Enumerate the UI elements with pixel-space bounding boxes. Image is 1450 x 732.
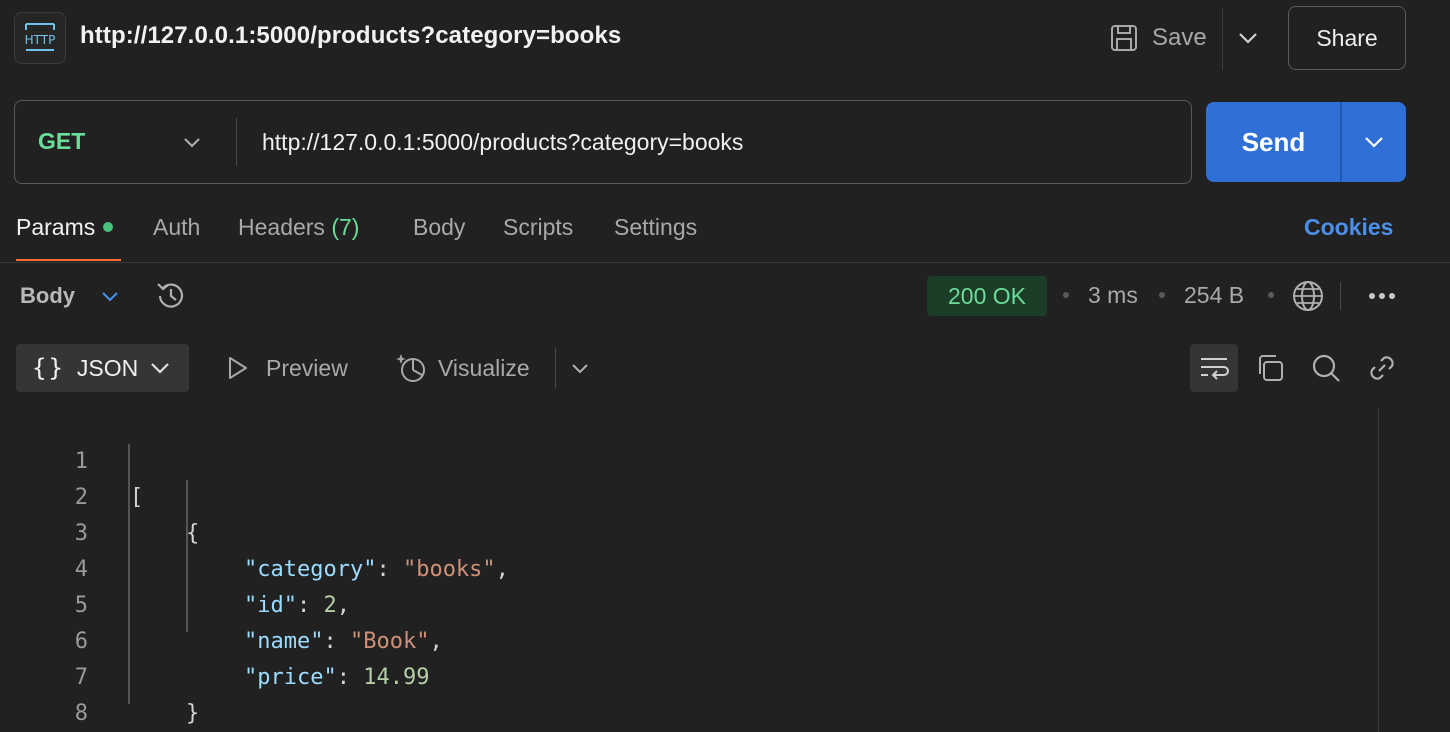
code-text: "category": "books", [244,552,509,588]
code-text: } [186,701,200,726]
url-input[interactable] [262,126,1162,158]
send-options-chevron-down-icon[interactable] [1342,102,1406,182]
scrollbar[interactable] [1378,408,1379,732]
code-text: [ [130,485,144,510]
request-title[interactable]: http://127.0.0.1:5000/products?category=… [80,22,621,50]
meta-dot [1159,292,1165,298]
http-icon: HTTP [14,12,66,64]
visualize-divider [555,348,556,388]
tab-scripts[interactable]: Scripts [503,214,573,241]
link-icon[interactable] [1366,352,1398,384]
meta-dot [1063,292,1069,298]
json-end: , [495,557,509,582]
tab-params-label: Params [16,214,96,240]
json-key: "price" [244,665,337,690]
share-button[interactable]: Share [1288,6,1406,70]
code-text: { [186,521,200,546]
indent-guide [186,480,188,632]
format-chevron-down-icon [150,362,170,374]
code-line: 3 "category": "books", [0,480,509,582]
code-line: 4 "id": 2, [0,516,350,618]
visualize-label: Visualize [438,354,530,381]
json-end: , [336,593,350,618]
code-line: 6 "price": 14.99 [0,588,430,690]
visualize-chevron-down-icon[interactable] [568,356,592,380]
response-size[interactable]: 254 B [1184,282,1244,309]
save-button[interactable]: Save [1108,18,1207,58]
preview-label: Preview [266,354,348,381]
format-select[interactable]: {} JSON [16,344,189,392]
tab-headers-label: Headers [238,214,325,240]
preview-button[interactable]: Preview [226,352,348,384]
response-time[interactable]: 3 ms [1088,282,1138,309]
format-label: JSON [76,354,139,381]
copy-icon[interactable] [1254,352,1286,384]
json-sep: : [323,629,350,654]
json-value: 2 [323,593,337,618]
play-icon [226,355,250,381]
json-value: "Book" [349,629,430,654]
globe-icon[interactable] [1290,278,1326,314]
visualize-icon [396,352,428,384]
visualize-button[interactable]: Visualize [396,352,530,384]
tab-body[interactable]: Body [413,214,465,241]
tab-auth[interactable]: Auth [153,214,200,241]
code-line: 2 { [0,444,200,546]
save-label: Save [1152,24,1207,51]
meta-divider [1340,282,1341,310]
json-key: "name" [244,629,324,654]
code-line: 7 } [0,624,200,726]
json-value: "books" [402,557,496,582]
url-divider [236,118,237,166]
code-text: "price": 14.99 [244,660,429,696]
body-chevron-down-icon[interactable] [98,284,122,308]
history-icon[interactable] [154,279,188,313]
line-number: 8 [74,701,88,726]
tab-params[interactable]: Params [16,214,114,241]
search-icon[interactable] [1310,352,1342,384]
code-line: 8 ] [0,660,88,726]
json-sep: : [376,557,403,582]
tab-settings[interactable]: Settings [614,214,697,241]
tabs-divider [0,262,1450,263]
json-end: , [429,629,443,654]
wrap-icon[interactable] [1190,344,1238,392]
code-line: 1 [ [0,408,144,510]
method-chevron-down-icon[interactable] [180,130,204,154]
code-text: "id": 2, [244,588,350,624]
braces-icon: {} [32,354,65,382]
json-sep: : [296,593,324,618]
code-line: 5 "name": "Book", [0,552,443,654]
meta-dot [1268,292,1274,298]
save-icon [1108,22,1140,54]
json-value: 14.99 [363,665,430,690]
send-button[interactable]: Send [1206,102,1341,182]
cookies-link[interactable]: Cookies [1304,214,1393,241]
params-active-dot [103,221,114,232]
headers-count: (7) [331,214,360,240]
json-sep: : [336,665,364,690]
save-options-chevron-down-icon[interactable] [1234,24,1262,52]
method-select[interactable]: GET [38,128,85,155]
status-badge[interactable]: 200 OK [927,276,1047,316]
response-body-select[interactable]: Body [20,283,75,309]
json-key: "id" [244,593,297,618]
svg-text:HTTP: HTTP [25,33,56,47]
save-divider [1222,8,1223,70]
active-tab-indicator [16,259,121,261]
json-key: "category" [244,557,377,582]
more-icon[interactable] [1366,284,1398,308]
code-text: "name": "Book", [244,624,443,660]
tab-headers[interactable]: Headers (7) [238,214,359,241]
